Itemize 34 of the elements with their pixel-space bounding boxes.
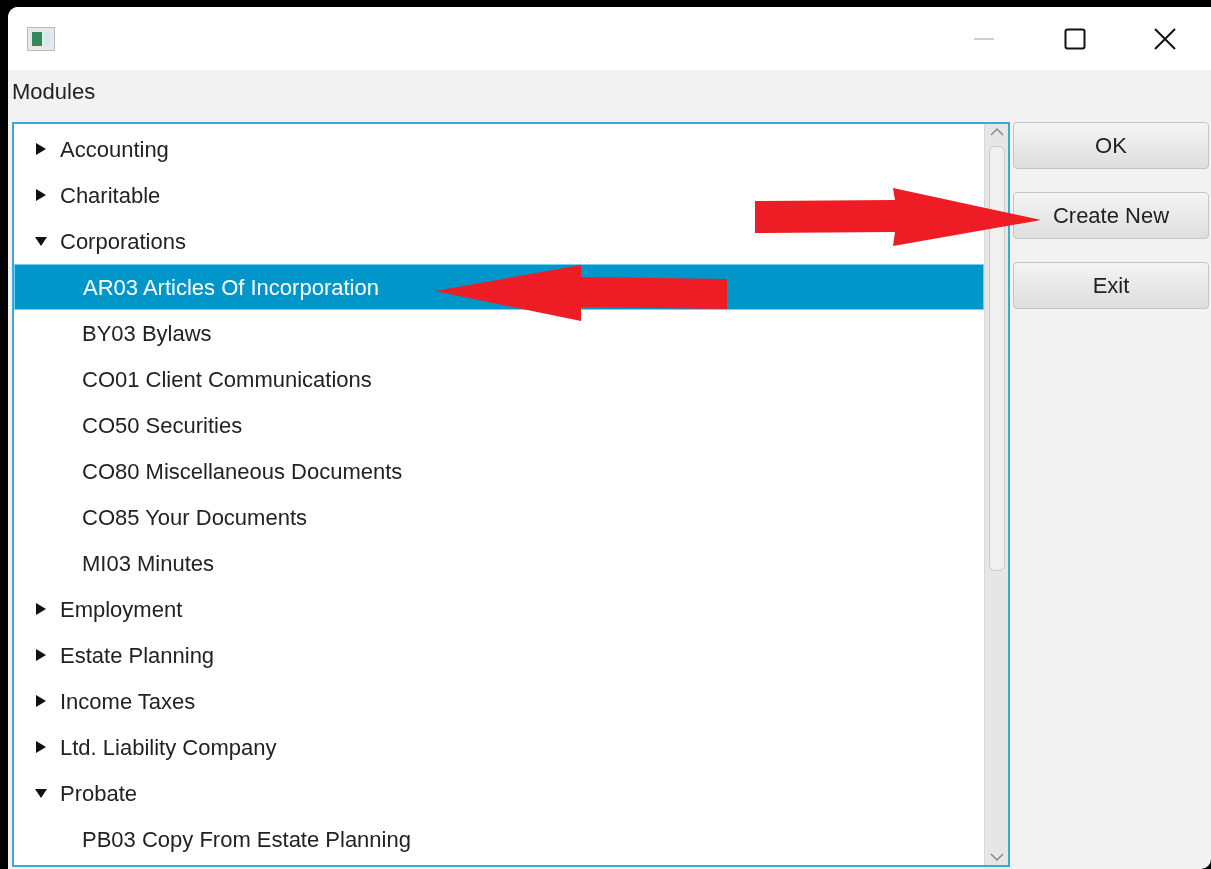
- tree-item[interactable]: Charitable: [14, 172, 984, 218]
- tree-item[interactable]: Corporations: [14, 218, 984, 264]
- expand-arrow-icon[interactable]: [35, 603, 47, 615]
- scrollbar[interactable]: [984, 124, 1008, 865]
- collapse-arrow-icon[interactable]: [35, 235, 47, 247]
- expand-arrow-icon[interactable]: [35, 695, 47, 707]
- dialog-button[interactable]: OK: [1013, 122, 1209, 169]
- scroll-up-icon[interactable]: [989, 127, 1004, 137]
- tree-item[interactable]: CO01 Client Communications: [14, 356, 984, 402]
- scrollbar-thumb[interactable]: [988, 146, 1005, 571]
- tree-item[interactable]: Income Taxes: [14, 678, 984, 724]
- tree-item[interactable]: Probate: [14, 770, 984, 816]
- tree-item[interactable]: Ltd. Liability Company: [14, 724, 984, 770]
- dialog-button[interactable]: Create New: [1013, 192, 1209, 239]
- close-icon[interactable]: [1154, 27, 1176, 50]
- tree-item[interactable]: CO50 Securities: [14, 402, 984, 448]
- collapse-arrow-icon[interactable]: [35, 787, 47, 799]
- tree-item[interactable]: MI03 Minutes: [14, 540, 984, 586]
- tree-item[interactable]: Estate Planning: [14, 632, 984, 678]
- tree-item[interactable]: CO85 Your Documents: [14, 494, 984, 540]
- tree-item[interactable]: Accounting: [14, 126, 984, 172]
- tree-item[interactable]: BY03 Bylaws: [14, 310, 984, 356]
- expand-arrow-icon[interactable]: [35, 741, 47, 753]
- expand-arrow-icon[interactable]: [35, 143, 47, 155]
- expand-arrow-icon[interactable]: [35, 649, 47, 661]
- expand-arrow-icon[interactable]: [35, 189, 47, 201]
- dialog-button[interactable]: Exit: [1013, 262, 1209, 309]
- scroll-down-icon[interactable]: [989, 852, 1004, 862]
- app-icon: [27, 26, 55, 51]
- modules-label: Modules: [12, 78, 96, 106]
- tree-item[interactable]: Employment: [14, 586, 984, 632]
- tree-item[interactable]: PB03 Copy From Estate Planning: [14, 816, 984, 862]
- maximize-icon[interactable]: [1064, 27, 1086, 50]
- tree-item[interactable]: CO80 Miscellaneous Documents: [14, 448, 984, 494]
